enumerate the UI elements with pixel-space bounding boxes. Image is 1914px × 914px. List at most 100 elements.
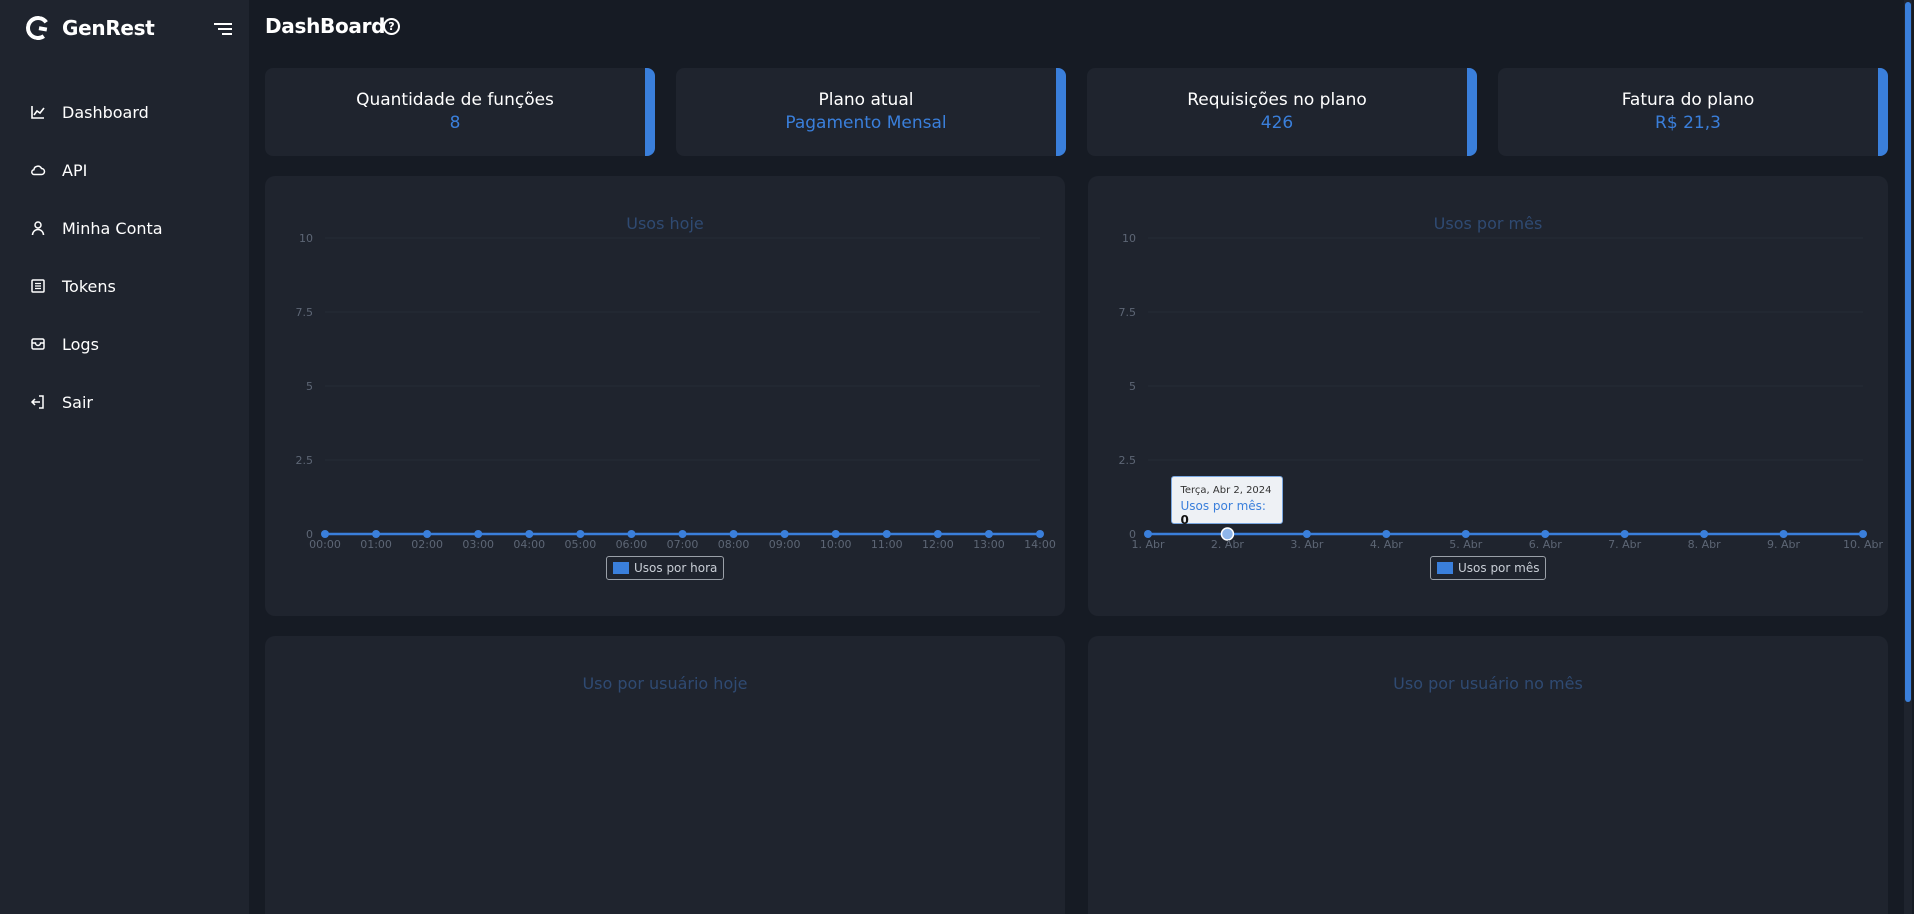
chart-panel-today: Usos hoje 0 2.5 5 7.5 10 00:00 01:00 02:00 03:00… [265, 176, 1065, 616]
stat-card-plan: Plano atual Pagamento Mensal [676, 68, 1066, 156]
sidebar-item-dashboard[interactable]: Dashboard [0, 83, 249, 141]
x-tick-label: 1. Abr [1131, 538, 1164, 551]
sidebar-item-sair[interactable]: Sair [0, 373, 249, 431]
x-tick-label: 9. Abr [1767, 538, 1800, 551]
y-tick-label: 7.5 [296, 306, 314, 319]
y-tick-label: 7.5 [1119, 306, 1137, 319]
data-point [474, 530, 483, 538]
tooltip-series: Usos por mês: 0 [1180, 499, 1266, 527]
sidebar-item-label: Sair [62, 392, 93, 412]
stat-title: Requisições no plano [1187, 90, 1367, 110]
x-tick-label: 05:00 [565, 538, 597, 551]
chart-line-icon [30, 104, 46, 120]
sidebar-item-label: API [62, 160, 88, 180]
data-point [1382, 530, 1391, 538]
x-tick-label: 08:00 [718, 538, 750, 551]
panel-user-today: Uso por usuário hoje [265, 636, 1065, 914]
data-point [729, 530, 738, 538]
stat-title: Plano atual [818, 90, 914, 110]
x-tick-label: 06:00 [616, 538, 648, 551]
x-tick-label: 8. Abr [1688, 538, 1721, 551]
x-tick-label: 3. Abr [1290, 538, 1323, 551]
scrollbar[interactable] [1904, 0, 1912, 914]
legend-label: Usos por hora [634, 561, 718, 575]
scrollbar-thumb[interactable] [1905, 2, 1911, 702]
stat-card-invoice: Fatura do plano R$ 21,3 [1498, 68, 1888, 156]
data-point [576, 530, 585, 538]
data-point [1859, 530, 1867, 538]
stat-value: Pagamento Mensal [785, 113, 947, 133]
sidebar-item-label: Minha Conta [62, 218, 163, 238]
data-point [525, 530, 534, 538]
stat-value: R$ 21,3 [1655, 113, 1721, 133]
chart-tooltip: Terça, Abr 2, 2024 Usos por mês: 0 [1171, 476, 1284, 527]
data-point [882, 530, 891, 538]
brand-logo-icon [24, 14, 52, 42]
brand[interactable]: GenRest [24, 14, 155, 42]
data-point [1036, 530, 1044, 538]
data-point [1302, 530, 1311, 538]
data-point [423, 530, 432, 538]
cloud-icon [30, 162, 46, 178]
panel-title: Uso por usuário no mês [1393, 674, 1583, 693]
legend-item[interactable]: Usos por hora [606, 556, 725, 580]
y-tick-label: 2.5 [296, 454, 314, 467]
data-point [1779, 530, 1788, 538]
x-tick-label: 5. Abr [1449, 538, 1482, 551]
y-tick-label: 5 [1129, 380, 1136, 393]
x-tick-label: 4. Abr [1370, 538, 1403, 551]
x-tick-label: 7. Abr [1608, 538, 1641, 551]
tooltip-series-name: Usos por mês [1180, 499, 1262, 513]
legend-swatch [1437, 562, 1453, 574]
list-icon [30, 278, 46, 294]
panel-title: Uso por usuário hoje [582, 674, 748, 693]
stat-card-functions: Quantidade de funções 8 [265, 68, 655, 156]
x-tick-label: 07:00 [667, 538, 699, 551]
data-point [678, 530, 687, 538]
x-tick-label: 04:00 [513, 538, 545, 551]
sidebar-item-label: Dashboard [62, 102, 149, 122]
y-tick-label: 5 [306, 380, 313, 393]
page-title: DashBoard [265, 14, 386, 38]
data-point [627, 530, 636, 538]
brand-name: GenRest [62, 16, 155, 40]
sidebar-nav: Dashboard API Minha Conta Tokens Logs Sa… [0, 83, 249, 431]
x-tick-label: 13:00 [973, 538, 1005, 551]
x-tick-label: 00:00 [309, 538, 341, 551]
stat-title: Quantidade de funções [356, 90, 554, 110]
data-point [984, 530, 993, 538]
menu-toggle-icon[interactable] [214, 23, 232, 37]
data-point [1461, 530, 1470, 538]
data-point [831, 530, 840, 538]
legend-item[interactable]: Usos por mês [1430, 556, 1547, 580]
x-tick-label: 10. Abr [1843, 538, 1883, 551]
data-point [321, 530, 329, 538]
x-tick-label: 01:00 [360, 538, 392, 551]
sidebar-item-tokens[interactable]: Tokens [0, 257, 249, 315]
x-tick-label: 11:00 [871, 538, 903, 551]
chart-panel-month: Usos por mês 0 2.5 5 7.5 10 1. Abr 2. Abr 3. Ab… [1088, 176, 1888, 616]
x-tick-label: 10:00 [820, 538, 852, 551]
tooltip-value: 0 [1180, 513, 1189, 527]
x-tick-label: 03:00 [462, 538, 494, 551]
stat-title: Fatura do plano [1621, 90, 1755, 110]
sidebar-item-minha-conta[interactable]: Minha Conta [0, 199, 249, 257]
logout-icon [30, 394, 46, 410]
chart-usos-por-mes: 0 2.5 5 7.5 10 1. Abr 2. Abr 3. Abr 4. Abr 5. Abr… [1119, 232, 1884, 551]
tooltip-date: Terça, Abr 2, 2024 [1180, 485, 1272, 496]
sidebar-item-label: Tokens [62, 276, 116, 296]
sidebar-item-api[interactable]: API [0, 141, 249, 199]
x-tick-label: 09:00 [769, 538, 801, 551]
help-circle-icon[interactable]: ? [383, 18, 400, 35]
sidebar-item-logs[interactable]: Logs [0, 315, 249, 373]
stat-value: 426 [1260, 113, 1294, 133]
legend-swatch [613, 562, 629, 574]
chart-usos-hoje: 02.557.51000:00 01:00 02:00 03:00 04:00 05:00… [296, 232, 1056, 551]
x-tick-label: 12:00 [922, 538, 954, 551]
data-point [1541, 530, 1550, 538]
data-point [1700, 530, 1709, 538]
y-tick-label: 10 [1122, 232, 1136, 245]
data-point [372, 530, 381, 538]
stat-value: 8 [449, 113, 461, 133]
x-tick-label: 14:00 [1024, 538, 1056, 551]
